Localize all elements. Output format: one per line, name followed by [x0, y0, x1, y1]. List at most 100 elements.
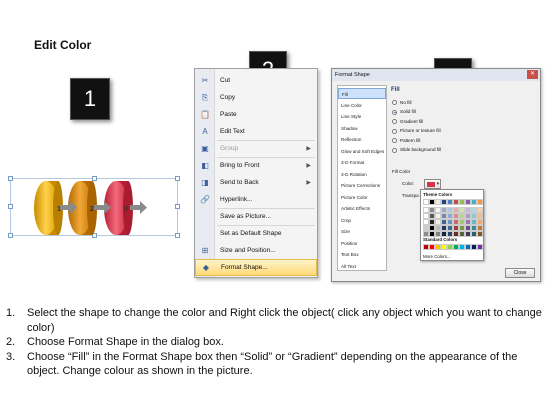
hyperlink-icon: 🔗: [200, 195, 210, 204]
color-palette-dropdown: Theme Colors Standard Colors More Colors…: [420, 189, 484, 261]
category-position[interactable]: Position: [338, 238, 386, 249]
color-picker-button[interactable]: ▾: [424, 179, 441, 189]
menu-item-paste[interactable]: 📋 Paste: [195, 106, 317, 123]
menu-item-save-as-picture[interactable]: Save as Picture...: [195, 208, 317, 225]
current-color-swatch: [427, 182, 435, 187]
theme-colors-heading: Theme Colors: [423, 192, 453, 197]
selection-handle[interactable]: [175, 176, 180, 181]
menu-item-label: Size and Position...: [220, 247, 276, 254]
close-button[interactable]: Close: [505, 268, 535, 278]
radio-gradient-fill[interactable]: [392, 119, 397, 124]
option-label: Gradient fill: [400, 118, 424, 124]
close-icon[interactable]: ✕: [527, 70, 538, 79]
size-position-icon: ⊞: [201, 246, 209, 255]
step-text: Select the shape to change the color and…: [27, 307, 542, 334]
radio-picture-or-texture-fill[interactable]: [392, 128, 397, 134]
shape-label-3: 3: [124, 206, 128, 213]
step-number: 2.: [6, 336, 16, 348]
chevron-right-icon: ▶: [306, 163, 311, 169]
option-label: Picture or texture fill: [400, 128, 441, 133]
radio-slide-background-fill[interactable]: [392, 147, 397, 153]
theme-color-swatch[interactable]: [477, 231, 483, 237]
selection-handle[interactable]: [8, 204, 13, 209]
menu-item-label: Set as Default Shape: [220, 230, 282, 237]
menu-item-label: Format Shape...: [221, 264, 268, 271]
theme-color-swatch[interactable]: [477, 199, 483, 205]
menu-item-icon: [195, 208, 215, 225]
scissors-icon: ✂: [201, 76, 209, 85]
shape-label-2: 2: [90, 206, 94, 213]
menu-item-format-shape[interactable]: ◆ Format Shape...: [195, 259, 317, 276]
copy-icon: ⎘: [201, 92, 209, 102]
dialog-title: Format Shape: [332, 69, 540, 81]
category-size[interactable]: Size: [338, 226, 386, 237]
menu-item-cut[interactable]: ✂ Cut: [195, 72, 317, 89]
category-text-box[interactable]: Text Box: [338, 249, 386, 260]
category-fill[interactable]: Fill: [338, 88, 386, 99]
category-reflection[interactable]: Reflection: [338, 134, 386, 145]
menu-item-label: Copy: [220, 94, 236, 101]
fill-color-heading: Fill Color: [392, 169, 411, 174]
menu-item-label: Paste: [220, 111, 237, 118]
chevron-right-icon: ▶: [306, 146, 311, 152]
menu-item-label: Cut: [220, 77, 231, 84]
category-list: Fill Line Color Line Style Shadow Reflection…: [337, 85, 387, 271]
bring-front-icon: ◧: [201, 161, 209, 170]
step-text: Choose Format Shape in the dialog box.: [27, 336, 224, 348]
paste-icon: 📋: [200, 110, 210, 119]
standard-color-swatch[interactable]: [477, 244, 483, 250]
instruction-step: 2. Choose Format Shape in the dialog box.: [6, 335, 551, 350]
menu-item-label: Edit Text: [220, 128, 245, 135]
cylinder-shapes[interactable]: 1 2 3: [30, 178, 170, 240]
step-number: 1.: [6, 307, 16, 319]
fill-panel: Fill No fill Solid fill Gradient fill Pictu…: [390, 85, 537, 269]
category-3-d-format[interactable]: 3-D Format: [338, 157, 386, 168]
chevron-right-icon: ▶: [306, 180, 311, 186]
transparency-label: Transpa: [402, 193, 419, 198]
category-shadow[interactable]: Shadow: [338, 123, 386, 134]
fill-panel-title: Fill: [391, 87, 400, 93]
selection-handle[interactable]: [175, 204, 180, 209]
group-icon: ▣: [201, 144, 209, 153]
menu-item-send-to-back[interactable]: ◨ Send to Back ▶: [195, 174, 317, 191]
instructions: 1. Select the shape to change the color a…: [6, 306, 551, 379]
radio-pattern-fill[interactable]: [392, 138, 397, 143]
radio-no-fill[interactable]: [392, 100, 397, 105]
category-line-color[interactable]: Line Color: [338, 100, 386, 111]
option-label: Slide background fill: [400, 147, 442, 152]
menu-item-edit-text[interactable]: A Edit Text: [195, 123, 317, 140]
shape-label-1: 1: [57, 206, 61, 213]
option-label: No fill: [400, 99, 412, 105]
step-badge-1: 1: [70, 78, 110, 120]
menu-item-icon: [195, 225, 215, 242]
menu-item-label: Bring to Front: [220, 162, 260, 169]
edit-text-icon: A: [202, 127, 208, 136]
selection-handle[interactable]: [175, 233, 180, 238]
radio-solid-fill[interactable]: [392, 109, 397, 115]
menu-item-hyperlink[interactable]: 🔗 Hyperlink...: [195, 191, 317, 208]
menu-item-bring-to-front[interactable]: ◧ Bring to Front ▶: [195, 157, 317, 174]
menu-item-group[interactable]: ▣ Group ▶: [195, 140, 317, 157]
menu-item-set-as-default-shape[interactable]: Set as Default Shape: [195, 225, 317, 242]
selection-handle[interactable]: [8, 233, 13, 238]
step-number: 3.: [6, 350, 16, 363]
selection-handle[interactable]: [8, 176, 13, 181]
category-artistic-effects[interactable]: Artistic Effects: [338, 203, 386, 214]
category-glow-and-soft-edges[interactable]: Glow and Soft Edges: [338, 146, 386, 157]
category-3-d-rotation[interactable]: 3-D Rotation: [338, 169, 386, 180]
more-colors-link[interactable]: More Colors...: [423, 254, 451, 259]
context-menu: ✂ Cut ⎘ Copy 📋 Paste A Edit Text ▣ Group ▶ ◧ Bring t…: [194, 68, 318, 278]
menu-item-label: Save as Picture...: [220, 213, 271, 220]
menu-item-size-and-position[interactable]: ⊞ Size and Position...: [195, 242, 317, 259]
menu-item-copy[interactable]: ⎘ Copy: [195, 89, 317, 106]
menu-item-label: Send to Back: [220, 179, 259, 186]
chevron-down-icon: ▾: [436, 181, 439, 186]
category-crop[interactable]: Crop: [338, 215, 386, 226]
category-picture-corrections[interactable]: Picture Corrections: [338, 180, 386, 191]
category-picture-color[interactable]: Picture Color: [338, 192, 386, 203]
instruction-step: 1. Select the shape to change the color a…: [6, 306, 551, 335]
category-alt-text[interactable]: Alt Text: [338, 261, 386, 272]
category-line-style[interactable]: Line Style: [338, 111, 386, 122]
format-shape-dialog: Format Shape ✕ Fill Line Color Line Style S…: [331, 68, 541, 282]
more-colors-label: More Colors...: [423, 254, 451, 259]
